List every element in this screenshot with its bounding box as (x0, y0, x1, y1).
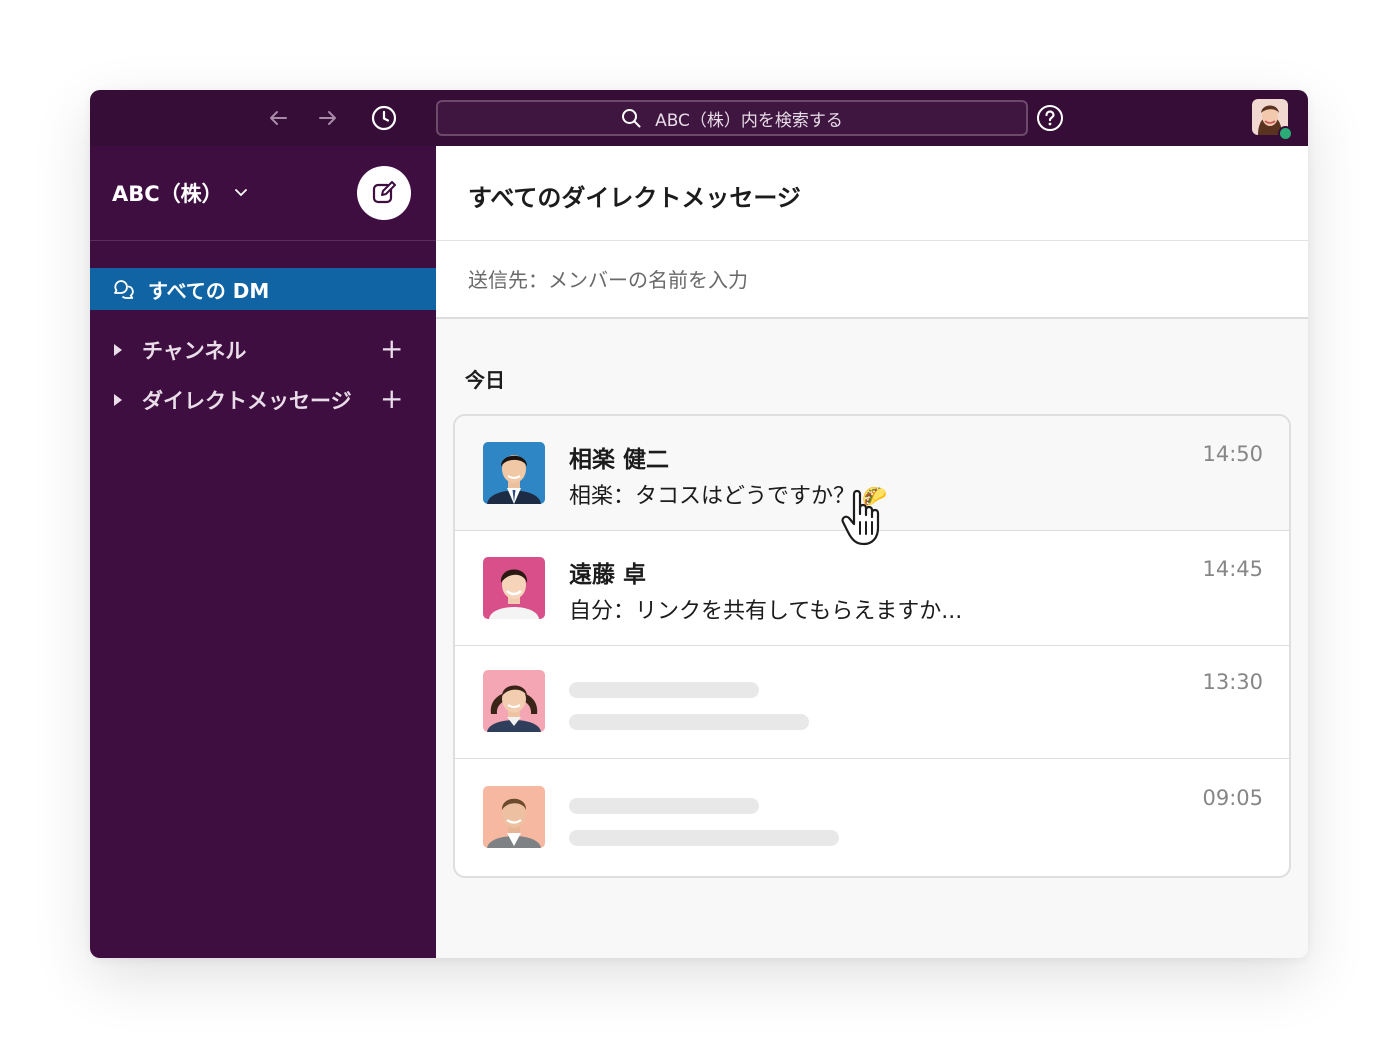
help-button[interactable] (1035, 103, 1065, 133)
caret-right-icon (114, 344, 122, 356)
workspace-name: ABC（株） (112, 182, 223, 206)
recipient-row (436, 241, 1308, 319)
conversation-name: 遠藤 卓 (569, 562, 647, 588)
conversation-time: 14:45 (1202, 557, 1263, 581)
chevron-down-icon (234, 186, 247, 201)
day-divider: 今日 (465, 368, 505, 392)
chat-bubbles-icon (114, 280, 134, 299)
avatar (483, 557, 545, 619)
taco-emoji: 🌮 (862, 484, 887, 508)
main-header: すべてのダイレクトメッセージ (436, 146, 1308, 241)
avatar (483, 786, 545, 848)
search-input[interactable]: ABC（株）内を検索する (436, 100, 1028, 136)
sidebar: ABC（株） すべての DM チャンネル + ダイレクトメッセージ + (90, 146, 436, 958)
preview-text: 相楽：タコスはどうですか？ (569, 484, 856, 509)
conversation-row[interactable]: 13:30 (455, 644, 1289, 759)
clock-icon (371, 105, 397, 131)
user-avatar[interactable] (1252, 99, 1293, 141)
conversation-time: 09:05 (1202, 786, 1263, 810)
section-label: ダイレクトメッセージ (142, 389, 352, 413)
page-title: すべてのダイレクトメッセージ (468, 184, 801, 212)
conversation-time: 13:30 (1202, 670, 1263, 694)
conversation-row[interactable]: 相楽 健二 相楽：タコスはどうですか？ 🌮 14:50 (455, 416, 1289, 531)
workspace-header: ABC（株） (90, 146, 436, 241)
recipient-input[interactable] (466, 263, 1270, 297)
arrow-right-icon (319, 111, 336, 125)
placeholder-preview-bar (569, 830, 839, 846)
conversation-row[interactable]: 09:05 (455, 760, 1289, 874)
add-dm-button[interactable]: + (380, 382, 403, 415)
compose-button[interactable] (357, 166, 411, 220)
arrow-left-icon (270, 111, 287, 125)
conversation-preview: 相楽：タコスはどうですか？ 🌮 (569, 478, 887, 510)
main-panel: すべてのダイレクトメッセージ 今日 (436, 146, 1308, 958)
conversation-list: 相楽 健二 相楽：タコスはどうですか？ 🌮 14:50 遠藤 卓 自分：リンクを… (453, 414, 1291, 878)
avatar (483, 670, 545, 732)
history-button[interactable] (368, 102, 400, 134)
online-status-dot (1278, 126, 1293, 141)
section-label: チャンネル (142, 339, 247, 363)
placeholder-name-bar (569, 682, 759, 698)
conversation-preview: 自分：リンクを共有してもらえますか... (569, 599, 963, 624)
search-icon (622, 109, 641, 128)
sidebar-item-label: すべての DM (148, 278, 270, 303)
question-circle-icon (1037, 105, 1063, 131)
sidebar-section-direct-messages[interactable]: ダイレクトメッセージ + (90, 380, 436, 420)
placeholder-name-bar (569, 798, 759, 814)
sidebar-item-all-dms[interactable]: すべての DM (90, 268, 436, 310)
workspace-switcher[interactable]: ABC（株） (112, 178, 247, 208)
add-channel-button[interactable]: + (380, 332, 403, 365)
app-window: ABC（株）内を検索する ABC（株） すべての DM チャンネル + ダイレク… (90, 90, 1308, 958)
compose-icon (372, 181, 396, 204)
sidebar-section-channels[interactable]: チャンネル + (90, 330, 436, 370)
caret-right-icon (114, 394, 122, 406)
conversation-name: 相楽 健二 (569, 447, 670, 473)
back-button[interactable] (262, 102, 294, 134)
avatar (483, 442, 545, 504)
top-bar: ABC（株）内を検索する (90, 90, 1308, 146)
conversation-time: 14:50 (1202, 442, 1263, 466)
placeholder-preview-bar (569, 714, 809, 730)
forward-button[interactable] (312, 102, 344, 134)
conversation-row[interactable]: 遠藤 卓 自分：リンクを共有してもらえますか... 14:45 (455, 531, 1289, 646)
search-placeholder: ABC（株）内を検索する (655, 110, 843, 131)
